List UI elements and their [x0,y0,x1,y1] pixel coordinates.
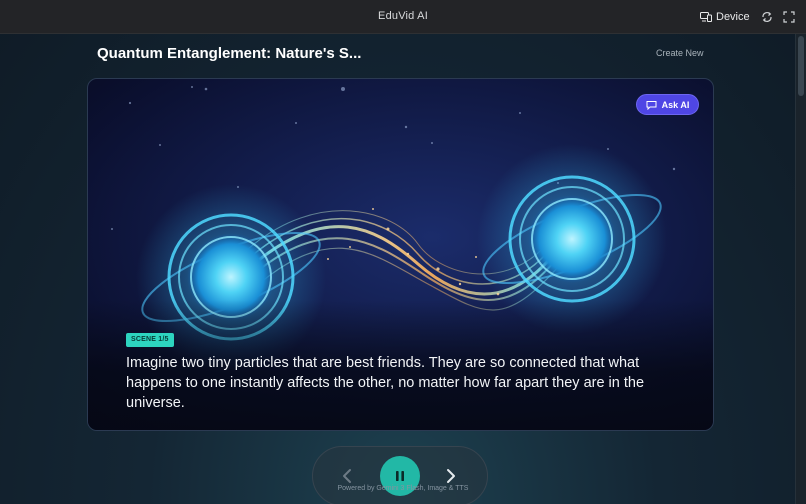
app-title: EduVid AI [378,10,428,22]
scene-counter-badge: SCENE 1/5 [126,333,174,347]
chevron-left-icon[interactable] [338,467,356,485]
scrollbar-thumb[interactable] [798,36,804,96]
chat-icon [646,100,657,110]
ask-ai-button[interactable]: Ask AI [636,94,699,115]
chevron-right-icon[interactable] [442,467,460,485]
page-scrollbar[interactable] [795,34,806,504]
powered-by-text: Powered by Gemini 3 Flash, Image & TTS [337,485,469,492]
rotate-icon[interactable] [761,10,773,22]
fullscreen-icon[interactable] [783,10,795,23]
device-icon [700,12,712,22]
create-new-link[interactable]: Create New [656,48,704,58]
device-button[interactable]: Device [700,9,750,25]
ask-ai-label: Ask AI [661,99,690,110]
video-title: Quantum Entanglement: Nature's S... [97,45,362,62]
top-bar: EduVid AI Device [0,0,806,34]
device-label: Device [716,11,750,23]
scene-narration: Imagine two tiny particles that are best… [126,355,645,411]
pause-icon [396,471,404,481]
scene-viewer: Ask AI SCENE 1/5 Imagine two tiny partic… [87,78,714,431]
